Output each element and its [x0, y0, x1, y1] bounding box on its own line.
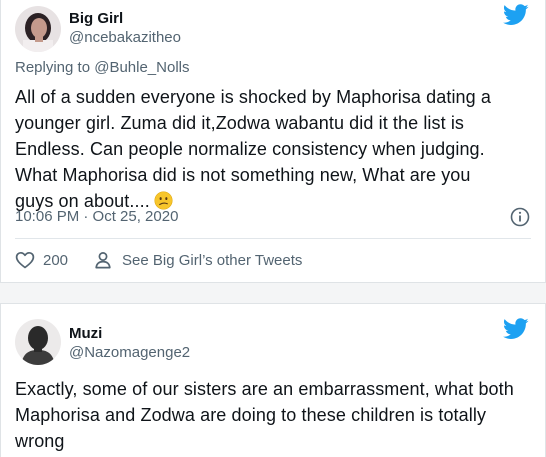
twitter-bird-icon[interactable] — [503, 4, 529, 26]
tweet-text-line: What Maphorisa did is not something new,… — [15, 165, 471, 185]
display-name[interactable]: Muzi — [69, 325, 102, 342]
tweet-text-line: Maphorisa and Zodwa are doing to these c… — [15, 405, 487, 425]
tweet-text-line: All of a sudden everyone is shocked by M… — [15, 87, 491, 107]
user-handle[interactable]: @Nazomagenge2 — [69, 344, 190, 361]
display-name[interactable]: Big Girl — [69, 10, 123, 27]
tweet-text: Exactly, some of our sisters are an emba… — [15, 376, 527, 454]
tweet-text-line: Endless. Can people normalize consistenc… — [15, 139, 485, 159]
twitter-bird-icon[interactable] — [503, 318, 529, 340]
timestamp-link[interactable]: 10:06 PM · Oct 25, 2020 — [15, 208, 178, 225]
replying-to: Replying to @Buhle_Nolls — [15, 59, 190, 76]
replying-mention-link[interactable]: @Buhle_Nolls — [94, 59, 189, 76]
tweet-text-line: younger girl. Zuma did it,Zodwa wabantu … — [15, 113, 465, 133]
divider — [15, 238, 531, 239]
tweet-actions: 200 See Big Girl’s other Tweets — [15, 247, 302, 273]
person-icon — [95, 252, 111, 269]
like-button[interactable]: 200 — [15, 251, 94, 269]
tweet-text-line: wrong — [15, 431, 65, 451]
replying-prefix: Replying to — [15, 59, 95, 76]
other-tweets-label: See Big Girl’s other Tweets — [122, 251, 303, 269]
like-count: 200 — [43, 251, 69, 269]
tweet-text-line: Exactly, some of our sisters are an emba… — [15, 379, 514, 399]
avatar[interactable] — [15, 6, 61, 52]
tweet-card: Big Girl @ncebakazitheo Replying to @Buh… — [0, 0, 546, 283]
user-handle[interactable]: @ncebakazitheo — [69, 29, 181, 46]
tweet-card: Muzi @Nazomagenge2 Exactly, some of our … — [0, 303, 546, 457]
tweet-text: All of a sudden everyone is shocked by M… — [15, 84, 527, 214]
info-icon[interactable] — [509, 206, 531, 228]
heart-icon — [15, 251, 35, 269]
avatar[interactable] — [15, 319, 61, 365]
other-tweets-link[interactable]: See Big Girl’s other Tweets — [94, 251, 302, 269]
